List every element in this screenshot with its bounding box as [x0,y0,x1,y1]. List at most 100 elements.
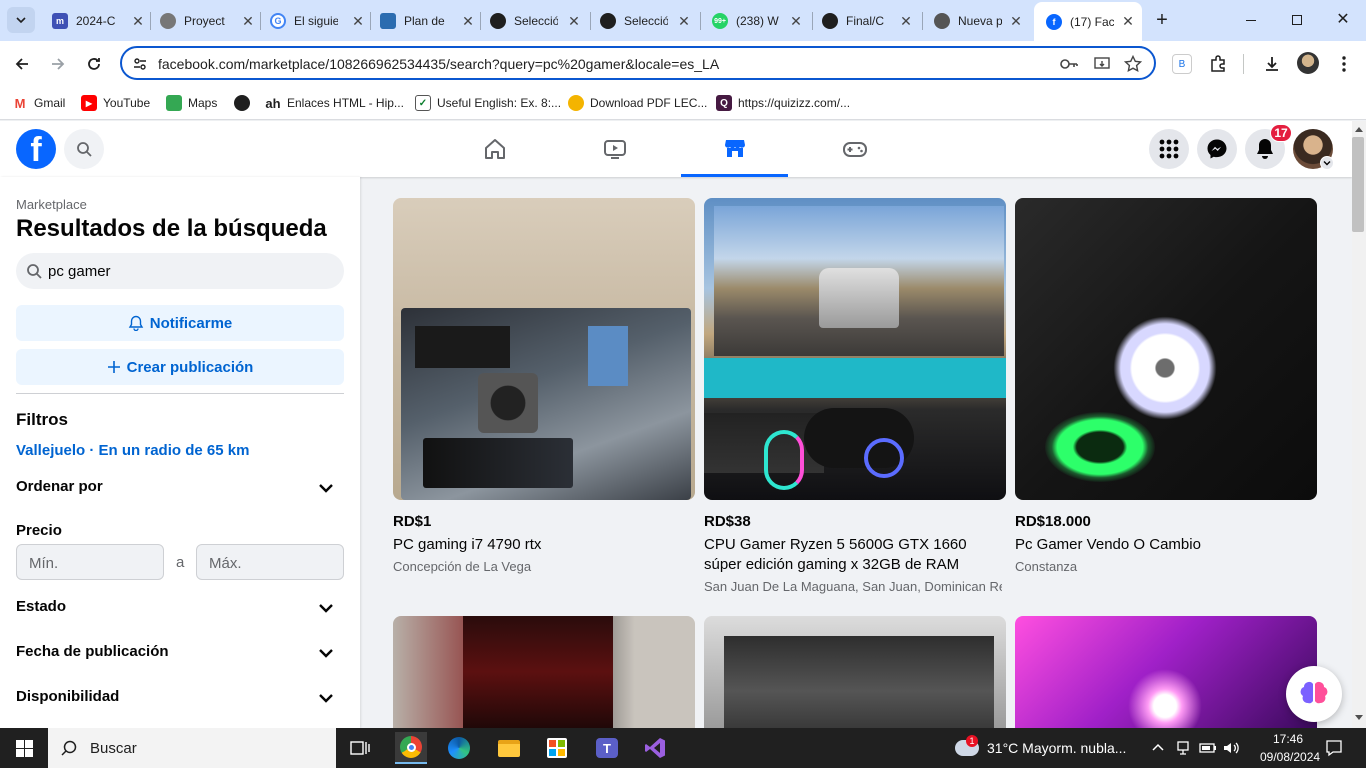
listing-photo[interactable] [393,198,695,500]
marketplace-search-input[interactable]: pc gamer [16,253,344,289]
listing-title[interactable]: CPU Gamer Ryzen 5 5600G GTX 1660 súper e… [704,535,1002,575]
facebook-logo[interactable]: f [16,129,56,169]
breadcrumb[interactable]: Marketplace [16,197,87,212]
bookmark-gmail[interactable]: M Gmail [12,92,65,114]
clock-time[interactable]: 17:46 [1264,732,1312,746]
network-icon[interactable] [1175,740,1191,756]
tab-moodle[interactable]: m 2024-C ✕ [52,6,146,36]
volume-icon[interactable] [1222,740,1240,756]
start-button[interactable] [0,728,48,768]
downloads-button[interactable] [1260,52,1284,76]
minimize-button[interactable] [1236,8,1266,32]
taskbar-teams[interactable]: T [591,732,623,764]
taskbar-file-explorer[interactable] [493,732,525,764]
clock-date[interactable]: 09/08/2024 [1260,750,1320,764]
listing-title[interactable]: Pc Gamer Vendo O Cambio [1015,535,1317,555]
taskbar-visual-studio[interactable] [639,732,671,764]
listing-photo[interactable] [1015,198,1317,500]
taskbar-edge[interactable] [443,732,475,764]
listing-title[interactable]: PC gaming i7 4790 rtx [393,535,695,555]
taskbar-search[interactable]: Buscar [48,728,336,768]
tab-whatsapp[interactable]: 99+ (238) W ✕ [712,6,804,36]
max-price-input[interactable]: Máx. [196,544,344,580]
close-icon[interactable]: ✕ [1008,13,1024,30]
nav-home[interactable] [441,121,548,177]
taskbar-store[interactable] [541,732,573,764]
chevron-up-icon[interactable] [1152,742,1164,752]
chevron-down-icon[interactable] [316,478,336,498]
close-icon[interactable]: ✕ [898,13,914,30]
battery-icon[interactable] [1199,742,1217,754]
task-view-button[interactable] [344,732,376,764]
close-icon[interactable]: ✕ [566,13,582,30]
bookmark-enlaces-html[interactable]: ah Enlaces HTML - Hip... [265,92,404,114]
back-button[interactable] [10,52,34,76]
close-icon[interactable]: ✕ [350,13,366,30]
weather-text[interactable]: 31°C Mayorm. nubla... [987,740,1126,756]
nav-marketplace[interactable] [681,121,788,177]
min-price-input[interactable]: Mín. [16,544,164,580]
facebook-search-button[interactable] [64,129,104,169]
close-icon[interactable]: ✕ [240,13,256,30]
nav-video[interactable] [561,121,668,177]
close-icon[interactable]: ✕ [130,13,146,30]
close-icon[interactable]: ✕ [788,13,804,30]
reload-button[interactable] [82,52,106,76]
chevron-down-icon[interactable] [316,598,336,618]
tab-facebook[interactable]: f (17) Fac ✕ [1034,2,1142,41]
tab-github-3[interactable]: Final/C ✕ [822,6,914,36]
address-bar[interactable]: facebook.com/marketplace/108266962534435… [120,46,1156,80]
scrollbar-thumb[interactable] [1352,137,1364,232]
floating-extension-button[interactable] [1286,666,1342,722]
bookmark-download-pdf[interactable]: Download PDF LEC... [568,92,707,114]
site-settings-icon[interactable] [132,56,148,72]
tab-plan[interactable]: Plan de ✕ [380,6,476,36]
bookmark-youtube[interactable]: ▶ YouTube [81,92,150,114]
listing-photo[interactable] [704,198,1006,500]
sort-filter[interactable]: Ordenar por [16,478,103,495]
tab-google[interactable]: G El siguie ✕ [270,6,366,36]
taskbar-chrome[interactable] [395,732,427,764]
extension-button[interactable]: B [1172,54,1192,74]
listing-photo[interactable] [393,616,695,728]
close-icon[interactable]: ✕ [1120,13,1136,30]
bookmark-globe[interactable] [234,92,256,114]
key-icon[interactable] [1060,57,1078,71]
new-tab-button[interactable]: + [1150,8,1174,32]
availability-filter[interactable]: Disponibilidad [16,688,119,705]
scroll-up-icon[interactable] [1355,126,1363,132]
install-app-icon[interactable] [1094,56,1110,72]
extensions-button[interactable] [1206,52,1230,76]
bookmark-quizizz[interactable]: Q https://quizizz.com/... [716,92,850,114]
chevron-down-icon[interactable] [316,688,336,708]
forward-button[interactable] [46,52,70,76]
nav-gaming[interactable] [801,121,908,177]
url-text[interactable]: facebook.com/marketplace/108266962534435… [158,56,719,72]
browser-menu-button[interactable] [1332,52,1356,76]
close-icon[interactable]: ✕ [676,13,692,30]
state-filter[interactable]: Estado [16,598,66,615]
tab-search-button[interactable] [7,7,35,33]
account-chevron[interactable] [1320,156,1334,170]
location-filter[interactable]: Vallejuelo · En un radio de 65 km [16,442,249,459]
bookmark-useful-english[interactable]: ✓ Useful English: Ex. 8:... [415,92,561,114]
date-filter[interactable]: Fecha de publicación [16,643,169,660]
notification-center-icon[interactable] [1325,739,1343,757]
profile-avatar[interactable] [1297,52,1319,74]
tab-github-2[interactable]: Selecció ✕ [600,6,692,36]
close-icon[interactable]: ✕ [460,13,476,30]
tab-github-1[interactable]: Selecció ✕ [490,6,582,36]
bookmark-star-icon[interactable] [1124,55,1142,73]
menu-button[interactable] [1149,129,1189,169]
tab-proyecto[interactable]: Proyect ✕ [160,6,256,36]
scroll-down-icon[interactable] [1355,715,1363,721]
messenger-button[interactable] [1197,129,1237,169]
chevron-down-icon[interactable] [316,643,336,663]
tab-new[interactable]: Nueva p ✕ [934,6,1024,36]
create-listing-button[interactable]: Crear publicación [16,349,344,385]
listing-photo[interactable] [704,616,1006,728]
close-window-button[interactable]: ✕ [1328,8,1358,32]
restore-button[interactable] [1282,8,1312,32]
bookmark-maps[interactable]: Maps [166,92,217,114]
notify-button[interactable]: Notificarme [16,305,344,341]
